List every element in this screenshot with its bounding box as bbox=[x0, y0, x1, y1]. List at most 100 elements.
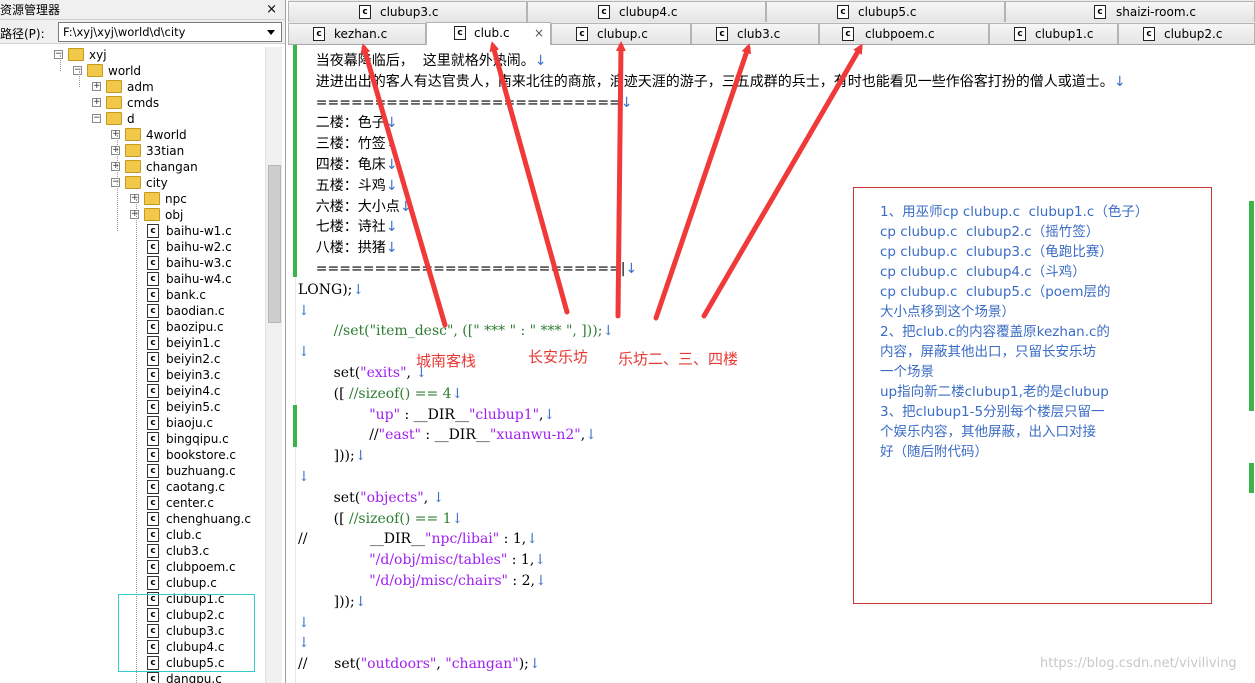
selection-highlight-box bbox=[118, 594, 255, 672]
tab-clubup2-c[interactable]: c clubup2.c bbox=[1118, 23, 1255, 44]
tree-file[interactable]: c bingqipu.c bbox=[0, 431, 265, 447]
c-file-icon: c bbox=[147, 512, 159, 526]
expand-icon[interactable]: + bbox=[111, 146, 120, 155]
tree-file[interactable]: c baihu-w3.c bbox=[0, 255, 265, 271]
c-file-icon: c bbox=[147, 448, 159, 462]
expand-icon[interactable]: + bbox=[111, 162, 120, 171]
tree-file[interactable]: c clubup.c bbox=[0, 575, 265, 591]
tree-folder[interactable]: + adm bbox=[0, 79, 265, 95]
c-file-icon: c bbox=[147, 384, 159, 398]
c-file-icon: c bbox=[716, 27, 728, 41]
expand-icon[interactable]: + bbox=[111, 130, 120, 139]
change-marker bbox=[293, 45, 297, 277]
expand-icon[interactable]: + bbox=[130, 194, 139, 203]
tab-clubup5-c[interactable]: c clubup5.c bbox=[766, 1, 1005, 22]
tree-file[interactable]: c beiyin5.c bbox=[0, 399, 265, 415]
code-line: ]));↓ bbox=[298, 448, 367, 465]
tab-club3-c[interactable]: c club3.c bbox=[691, 23, 819, 44]
change-marker bbox=[293, 405, 297, 447]
tab-clubpoem-c[interactable]: c clubpoem.c bbox=[819, 23, 989, 44]
tree-folder[interactable]: + npc bbox=[0, 191, 265, 207]
tree-folder[interactable]: − city bbox=[0, 175, 265, 191]
tree-file[interactable]: c baozipu.c bbox=[0, 319, 265, 335]
note-line: 好（随后附代码） bbox=[880, 444, 988, 460]
tree-guide-line bbox=[60, 55, 61, 71]
expand-icon[interactable]: + bbox=[92, 98, 101, 107]
tab-clubup3-c[interactable]: c clubup3.c bbox=[288, 1, 527, 22]
tab-club-c[interactable]: c club.c × bbox=[426, 22, 551, 45]
tree-folder[interactable]: + cmds bbox=[0, 95, 265, 111]
c-file-icon: c bbox=[454, 26, 466, 40]
tab-bar-bottom: c kezhan.c c club.c × c clubup.c c club3.c c clubp… bbox=[288, 22, 1255, 45]
tree-item-label: baihu-w4.c bbox=[166, 272, 232, 286]
path-combobox[interactable]: F:\xyj\xyj\world\d\city bbox=[58, 22, 282, 42]
tab-clubup1-c[interactable]: c clubup1.c bbox=[989, 23, 1118, 44]
tree-file[interactable]: c chenghuang.c bbox=[0, 511, 265, 527]
code-line: LONG);↓ bbox=[298, 281, 365, 298]
tree-file[interactable]: c beiyin1.c bbox=[0, 335, 265, 351]
note-line: 个娱乐内容，其他屏蔽，出入口对接 bbox=[880, 424, 1096, 440]
tree-file[interactable]: c baodian.c bbox=[0, 303, 265, 319]
tree-file[interactable]: c beiyin2.c bbox=[0, 351, 265, 367]
collapse-icon[interactable]: − bbox=[92, 114, 101, 123]
tree-item-label: beiyin1.c bbox=[166, 336, 221, 350]
tree-scrollbar-thumb[interactable] bbox=[268, 165, 281, 323]
tree-file[interactable]: c beiyin3.c bbox=[0, 367, 265, 383]
tree-item-label: baihu-w3.c bbox=[166, 256, 232, 270]
tree-file[interactable]: c biaoju.c bbox=[0, 415, 265, 431]
tree-file[interactable]: c dangpu.c bbox=[0, 671, 265, 683]
expand-icon[interactable]: + bbox=[130, 210, 139, 219]
tree-file[interactable]: c clubpoem.c bbox=[0, 559, 265, 575]
tree-folder[interactable]: +33tian bbox=[0, 143, 265, 159]
note-line: cp clubup.c clubup4.c（斗鸡） bbox=[880, 264, 1086, 280]
tree-item-label: beiyin4.c bbox=[166, 384, 221, 398]
tree-folder[interactable]: + obj bbox=[0, 207, 265, 223]
tree-folder[interactable]: − world bbox=[0, 63, 265, 79]
tree-file[interactable]: c bookstore.c bbox=[0, 447, 265, 463]
tree-folder[interactable]: +4world bbox=[0, 127, 265, 143]
tree-item-label: baozipu.c bbox=[166, 320, 224, 334]
code-line: //set("item_desc", ([" *** " : " *** ", … bbox=[298, 323, 615, 340]
tree-item-label: cmds bbox=[127, 96, 160, 110]
code-line: ↓ bbox=[298, 635, 310, 652]
tab-kezhan-c[interactable]: c kezhan.c bbox=[288, 23, 426, 44]
tree-file[interactable]: c club.c bbox=[0, 527, 265, 543]
code-line: "/d/obj/misc/tables" : 1,↓ bbox=[369, 552, 547, 569]
overview-marker bbox=[1249, 463, 1254, 493]
annotation-label-clubup: 乐坊二、三、四楼 bbox=[618, 350, 739, 368]
c-file-icon: c bbox=[147, 320, 159, 334]
tree-file[interactable]: c caotang.c bbox=[0, 479, 265, 495]
tree-scrollbar[interactable] bbox=[265, 47, 282, 683]
collapse-icon[interactable]: − bbox=[111, 178, 120, 187]
tree-file[interactable]: c bank.c bbox=[0, 287, 265, 303]
tree-file[interactable]: c beiyin4.c bbox=[0, 383, 265, 399]
tree-item-label: changan bbox=[146, 160, 198, 174]
explorer-close-icon[interactable]: × bbox=[266, 0, 277, 20]
tab-close-icon[interactable]: × bbox=[534, 23, 544, 43]
tree-folder[interactable]: − xyj bbox=[0, 47, 265, 63]
tree-folder[interactable]: − d bbox=[0, 111, 265, 127]
c-file-icon: c bbox=[147, 528, 159, 542]
expand-icon[interactable]: + bbox=[92, 82, 101, 91]
code-line: set("exits", ↓ bbox=[298, 365, 428, 381]
note-line: 2、把club.c的内容覆盖原kezhan.c的 bbox=[880, 324, 1110, 340]
tab-shaizi-room-c[interactable]: c shaizi-room.c bbox=[1005, 1, 1255, 22]
code-line: 二楼：色子↓ bbox=[298, 115, 398, 132]
tree-item-label: club.c bbox=[166, 528, 202, 542]
tab-label: clubup.c bbox=[597, 27, 648, 41]
tree-file[interactable]: c center.c bbox=[0, 495, 265, 511]
collapse-icon[interactable]: − bbox=[54, 50, 63, 59]
tree-file[interactable]: c baihu-w2.c bbox=[0, 239, 265, 255]
tree-file[interactable]: c baihu-w4.c bbox=[0, 271, 265, 287]
chevron-down-icon[interactable] bbox=[267, 30, 275, 35]
tab-clubup4-c[interactable]: c clubup4.c bbox=[527, 1, 766, 22]
tree-folder[interactable]: + changan bbox=[0, 159, 265, 175]
tree-file[interactable]: c club3.c bbox=[0, 543, 265, 559]
collapse-icon[interactable]: − bbox=[73, 66, 82, 75]
tree-item-label: 33tian bbox=[146, 144, 185, 158]
tree-file[interactable]: c baihu-w1.c bbox=[0, 223, 265, 239]
tab-clubup-c[interactable]: c clubup.c bbox=[551, 23, 691, 44]
tree-file[interactable]: c buzhuang.c bbox=[0, 463, 265, 479]
note-line: cp clubup.c clubup2.c（摇竹签） bbox=[880, 224, 1100, 240]
c-file-icon: c bbox=[147, 464, 159, 478]
